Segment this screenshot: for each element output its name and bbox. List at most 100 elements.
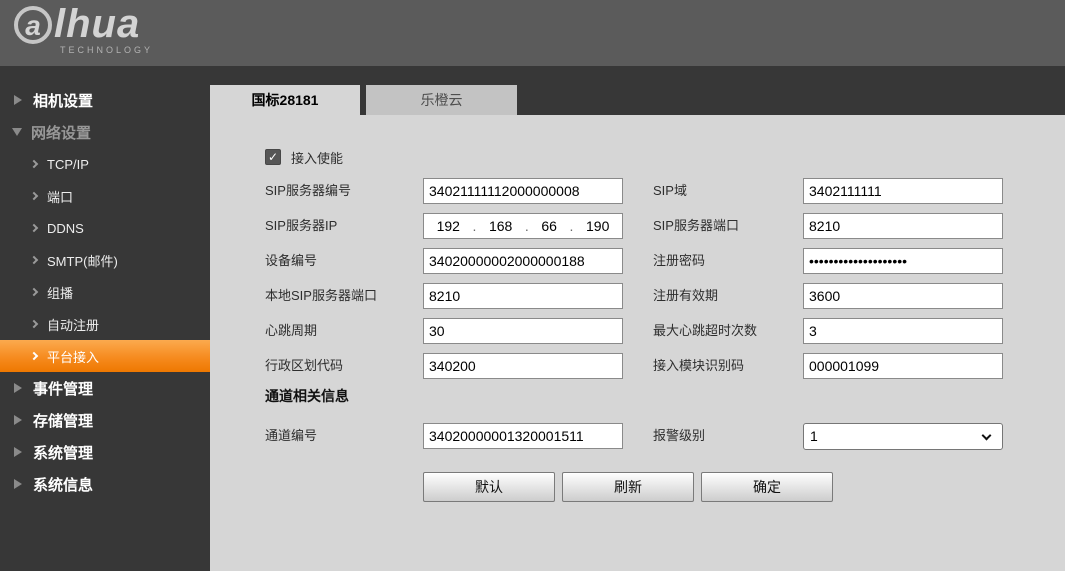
sip-server-ip-input[interactable]: 192 . 168 . 66 . 190: [423, 213, 623, 239]
sidebar-item-camera-settings[interactable]: 相机设置: [0, 84, 210, 116]
alarm-level-select[interactable]: 1: [803, 423, 1003, 450]
sip-server-port-label: SIP服务器端口: [653, 213, 801, 239]
enable-access-checkbox[interactable]: ✓: [265, 149, 281, 165]
sidebar-item-label: 事件管理: [33, 378, 93, 399]
tab-gb28181[interactable]: 国标28181: [210, 85, 360, 115]
sip-domain-label: SIP域: [653, 178, 801, 204]
sidebar-item-system-management[interactable]: 系统管理: [0, 436, 210, 468]
expanded-triangle-icon: [12, 128, 22, 136]
sidebar-item-network-settings[interactable]: 网络设置: [0, 116, 210, 148]
form-row: 本地SIP服务器端口 注册有效期: [210, 283, 1065, 309]
register-password-label: 注册密码: [653, 248, 801, 274]
default-button[interactable]: 默认: [423, 472, 555, 502]
sidebar-item-label: DDNS: [47, 221, 84, 236]
sidebar-item-platform-access[interactable]: 平台接入: [0, 340, 210, 372]
local-sip-port-label: 本地SIP服务器端口: [265, 283, 420, 309]
sidebar-item-multicast[interactable]: 组播: [0, 276, 210, 308]
max-heartbeat-timeout-input[interactable]: [803, 318, 1003, 344]
tab-lechengyun[interactable]: 乐橙云: [366, 85, 517, 115]
sip-domain-input[interactable]: [803, 178, 1003, 204]
collapsed-triangle-icon: [14, 479, 22, 489]
ip-dot: .: [473, 218, 477, 234]
collapsed-triangle-icon: [14, 415, 22, 425]
sidebar-item-label: SMTP(邮件): [47, 251, 118, 270]
collapsed-triangle-icon: [14, 447, 22, 457]
collapsed-triangle-icon: [14, 95, 22, 105]
refresh-button[interactable]: 刷新: [562, 472, 694, 502]
form-row: 通道编号 报警级别 1: [210, 423, 1065, 449]
ip-octet-4: 190: [586, 218, 609, 234]
form-row: 设备编号 注册密码: [210, 248, 1065, 274]
platform-access-form: ✓ 接入使能 SIP服务器编号 SIP域 SIP服务器IP 192 . 168 …: [210, 115, 1065, 571]
ip-dot: .: [570, 218, 574, 234]
channel-info-section-title: 通道相关信息: [265, 386, 349, 406]
admin-region-code-label: 行政区划代码: [265, 353, 420, 379]
sidebar-item-system-info[interactable]: 系统信息: [0, 468, 210, 500]
action-button-row: 默认 刷新 确定: [210, 472, 1065, 502]
channel-id-label: 通道编号: [265, 423, 420, 449]
sidebar-item-port[interactable]: 端口: [0, 180, 210, 212]
device-id-input[interactable]: [423, 248, 623, 274]
app-window: alhua TECHNOLOGY 相机设置 网络设置 TCP/IP 端口 DDN…: [0, 0, 1065, 571]
sidebar-item-auto-register[interactable]: 自动注册: [0, 308, 210, 340]
chevron-right-icon: [30, 352, 38, 360]
sip-server-id-input[interactable]: [423, 178, 623, 204]
sidebar-item-label: 平台接入: [47, 347, 99, 366]
ip-octet-2: 168: [489, 218, 512, 234]
top-header-bar: alhua TECHNOLOGY: [0, 0, 1065, 66]
chevron-right-icon: [30, 256, 38, 264]
ip-dot: .: [525, 218, 529, 234]
access-module-id-label: 接入模块识别码: [653, 353, 801, 379]
dahua-logo-text: lhua: [54, 2, 140, 47]
form-row: SIP服务器IP 192 . 168 . 66 . 190 SIP服务器端口: [210, 213, 1065, 239]
sip-server-port-input[interactable]: [803, 213, 1003, 239]
ip-octet-1: 192: [437, 218, 460, 234]
register-validity-label: 注册有效期: [653, 283, 801, 309]
sidebar-item-label: TCP/IP: [47, 157, 89, 172]
enable-access-row: ✓ 接入使能: [265, 148, 343, 166]
form-row: SIP服务器编号 SIP域: [210, 178, 1065, 204]
channel-id-input[interactable]: [423, 423, 623, 449]
sidebar-item-storage-management[interactable]: 存储管理: [0, 404, 210, 436]
sip-server-id-label: SIP服务器编号: [265, 178, 420, 204]
sidebar-item-smtp[interactable]: SMTP(邮件): [0, 244, 210, 276]
chevron-down-icon: [982, 431, 992, 441]
ok-button[interactable]: 确定: [701, 472, 833, 502]
tab-bar: 国标28181 乐橙云: [210, 66, 1065, 115]
dahua-logo-subtext: TECHNOLOGY: [60, 45, 153, 55]
chevron-right-icon: [30, 160, 38, 168]
sidebar-item-ddns[interactable]: DDNS: [0, 212, 210, 244]
sidebar-item-label: 系统信息: [33, 474, 93, 495]
sidebar-item-label: 存储管理: [33, 410, 93, 431]
alarm-level-value: 1: [810, 428, 818, 444]
sidebar-item-tcpip[interactable]: TCP/IP: [0, 148, 210, 180]
ip-octet-3: 66: [541, 218, 557, 234]
chevron-right-icon: [30, 224, 38, 232]
form-row: 行政区划代码 接入模块识别码: [210, 353, 1065, 379]
sidebar-item-label: 网络设置: [31, 122, 91, 143]
sidebar-item-event-management[interactable]: 事件管理: [0, 372, 210, 404]
admin-region-code-input[interactable]: [423, 353, 623, 379]
sip-server-ip-label: SIP服务器IP: [265, 213, 420, 239]
chevron-right-icon: [30, 192, 38, 200]
checkmark-icon: ✓: [268, 150, 278, 164]
heartbeat-period-input[interactable]: [423, 318, 623, 344]
chevron-right-icon: [30, 288, 38, 296]
sidebar-item-label: 相机设置: [33, 90, 93, 111]
enable-access-label: 接入使能: [291, 148, 343, 167]
register-validity-input[interactable]: [803, 283, 1003, 309]
sidebar-item-label: 系统管理: [33, 442, 93, 463]
sidebar-item-label: 端口: [47, 187, 73, 206]
device-id-label: 设备编号: [265, 248, 420, 274]
heartbeat-period-label: 心跳周期: [265, 318, 420, 344]
sidebar-nav: 相机设置 网络设置 TCP/IP 端口 DDNS SMTP(邮件) 组播 自动: [0, 66, 210, 571]
collapsed-triangle-icon: [14, 383, 22, 393]
dahua-logo: alhua TECHNOLOGY: [14, 2, 153, 55]
register-password-input[interactable]: [803, 248, 1003, 274]
sidebar-item-label: 组播: [47, 283, 73, 302]
access-module-id-input[interactable]: [803, 353, 1003, 379]
sidebar-item-label: 自动注册: [47, 315, 99, 334]
local-sip-port-input[interactable]: [423, 283, 623, 309]
max-heartbeat-timeout-label: 最大心跳超时次数: [653, 318, 801, 344]
form-row: 心跳周期 最大心跳超时次数: [210, 318, 1065, 344]
